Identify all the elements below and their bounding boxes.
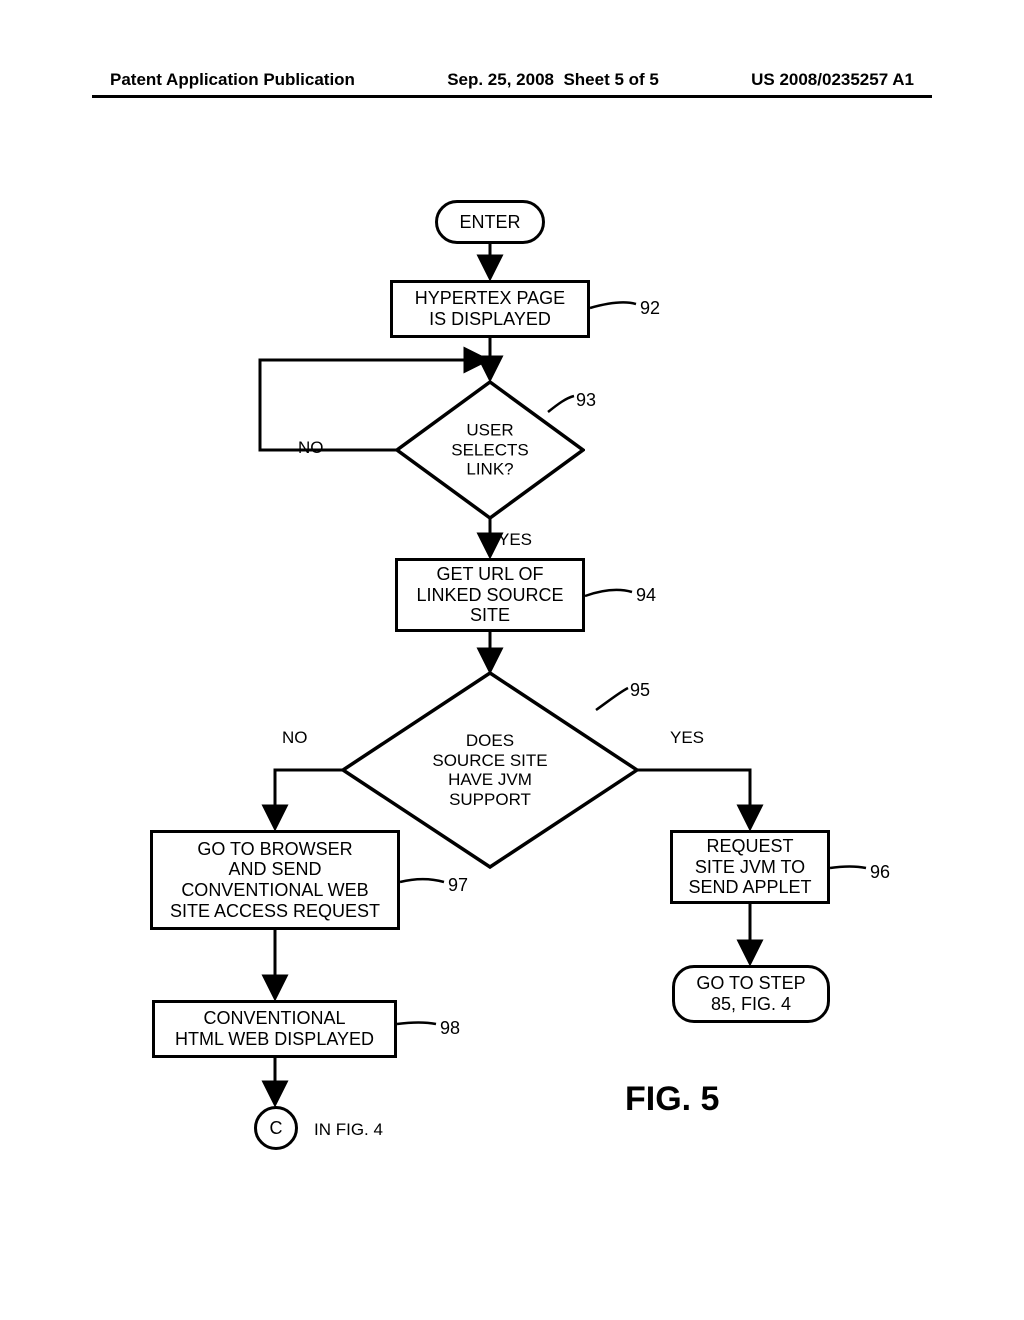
- terminal-enter: ENTER: [435, 200, 545, 244]
- ref-95: 95: [630, 680, 650, 701]
- ref-94: 94: [636, 585, 656, 606]
- process-94: GET URL OF LINKED SOURCE SITE: [395, 558, 585, 632]
- connector-c: C: [254, 1106, 298, 1150]
- figure-label: FIG. 5: [625, 1080, 719, 1119]
- flowchart: ENTER HYPERTEX PAGE IS DISPLAYED USER SE…: [0, 0, 1024, 1320]
- ref-97: 97: [448, 875, 468, 896]
- process-96: REQUEST SITE JVM TO SEND APPLET: [670, 830, 830, 904]
- label-no-95: NO: [282, 728, 308, 748]
- flow-arrows: [0, 0, 1024, 1320]
- decision-93: USER SELECTS LINK?: [395, 380, 585, 520]
- process-97: GO TO BROWSER AND SEND CONVENTIONAL WEB …: [150, 830, 400, 930]
- connector-c-note: IN FIG. 4: [314, 1120, 383, 1140]
- label-yes-95: YES: [670, 728, 704, 748]
- ref-96: 96: [870, 862, 890, 883]
- process-92: HYPERTEX PAGE IS DISPLAYED: [390, 280, 590, 338]
- label-yes-93: YES: [498, 530, 532, 550]
- ref-93: 93: [576, 390, 596, 411]
- ref-98: 98: [440, 1018, 460, 1039]
- terminal-goto-85: GO TO STEP 85, FIG. 4: [672, 965, 830, 1023]
- process-98: CONVENTIONAL HTML WEB DISPLAYED: [152, 1000, 397, 1058]
- label-no-93: NO: [298, 438, 324, 458]
- ref-92: 92: [640, 298, 660, 319]
